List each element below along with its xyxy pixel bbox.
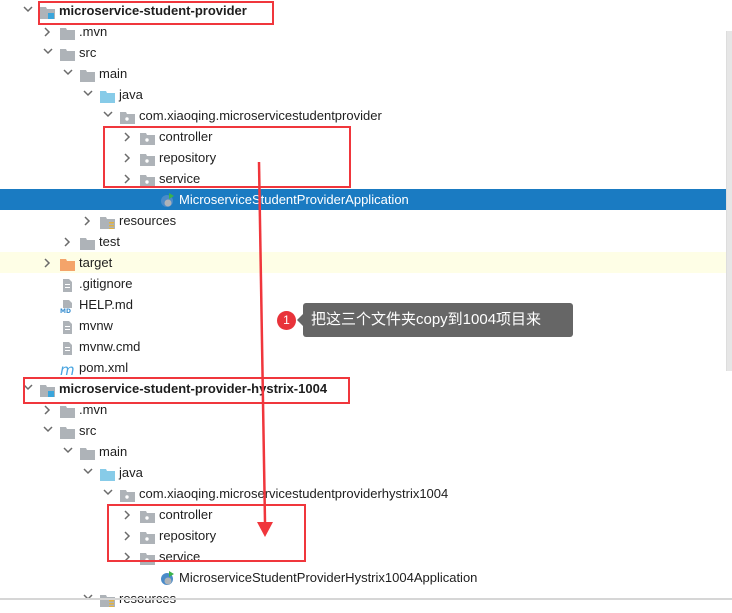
tree-item-label: HELP.md	[79, 297, 133, 312]
tree-item-label: main	[99, 444, 128, 459]
tree-item[interactable]: MicroserviceStudentProviderHystrix1004Ap…	[0, 567, 732, 588]
tree-item[interactable]: test	[0, 231, 732, 252]
highlight-box-source-project	[38, 1, 274, 25]
resources-folder-icon	[100, 214, 115, 229]
chevron-down-icon[interactable]	[82, 462, 94, 483]
tree-item[interactable]: mvnw.cmd	[0, 336, 732, 357]
maven-icon: m	[60, 361, 75, 379]
folder-icon	[80, 235, 95, 250]
spring-boot-class-icon	[160, 571, 175, 585]
chevron-down-icon[interactable]	[62, 441, 74, 462]
tree-item[interactable]: src	[0, 42, 732, 63]
tree-item[interactable]: target	[0, 252, 732, 273]
vertical-scrollbar[interactable]	[726, 31, 732, 371]
spring-boot-class-icon	[160, 193, 175, 207]
folder-icon	[60, 424, 75, 439]
file-icon	[60, 319, 75, 334]
markdown-file-icon: MD	[60, 298, 75, 315]
folder-icon	[60, 403, 75, 418]
chevron-down-icon[interactable]	[82, 84, 94, 105]
tree-item[interactable]: java	[0, 84, 732, 105]
tree-item-label: pom.xml	[79, 360, 129, 375]
tree-item-label: .gitignore	[79, 276, 133, 291]
folder-icon	[60, 25, 75, 40]
svg-text:m: m	[60, 363, 75, 376]
annotation-tooltip: 把这三个文件夹copy到1004项目来	[297, 303, 573, 337]
chevron-down-icon[interactable]	[102, 483, 114, 504]
tree-item-label: java	[119, 465, 143, 480]
chevron-down-icon[interactable]	[42, 420, 54, 441]
chevron-down-icon[interactable]	[102, 105, 114, 126]
tree-item-label: main	[99, 66, 128, 81]
tree-item-label: com.xiaoqing.microservicestudentprovider	[139, 108, 382, 123]
tree-item-label: src	[79, 45, 97, 60]
chevron-down-icon[interactable]	[22, 0, 34, 21]
chevron-right-icon[interactable]	[42, 252, 54, 273]
tree-item-label: resources	[119, 213, 177, 228]
tree-item[interactable]: resources	[0, 210, 732, 231]
file-icon	[60, 277, 75, 292]
excluded-folder-icon	[60, 256, 75, 271]
tree-item-label: MicroserviceStudentProviderApplication	[179, 192, 409, 207]
chevron-right-icon[interactable]	[62, 231, 74, 252]
chevron-down-icon[interactable]	[42, 42, 54, 63]
horizontal-scrollbar[interactable]	[0, 598, 732, 600]
tree-item[interactable]: com.xiaoqing.microservicestudentprovider…	[0, 483, 732, 504]
folder-icon	[60, 46, 75, 61]
file-icon	[60, 340, 75, 355]
tree-item[interactable]: main	[0, 441, 732, 462]
tree-item[interactable]: java	[0, 462, 732, 483]
step-badge: 1	[277, 311, 296, 330]
tree-item-label: test	[99, 234, 120, 249]
tree-item-label: MicroserviceStudentProviderHystrix1004Ap…	[179, 570, 478, 585]
tree-item-label: mvnw	[79, 318, 113, 333]
package-icon	[120, 487, 135, 502]
tree-item[interactable]: src	[0, 420, 732, 441]
tree-item-label: src	[79, 423, 97, 438]
chevron-down-icon[interactable]	[62, 63, 74, 84]
tree-item[interactable]: MicroserviceStudentProviderApplication	[0, 189, 732, 210]
folder-icon	[80, 445, 95, 460]
folder-icon	[80, 67, 95, 82]
tree-item[interactable]: main	[0, 63, 732, 84]
highlight-box-target-project	[23, 377, 350, 404]
tree-item-label: com.xiaoqing.microservicestudentprovider…	[139, 486, 449, 501]
package-icon	[120, 109, 135, 124]
chevron-right-icon[interactable]	[82, 210, 94, 231]
svg-text:MD: MD	[60, 308, 71, 313]
tree-item-label: java	[119, 87, 143, 102]
tree-item[interactable]: com.xiaoqing.microservicestudentprovider	[0, 105, 732, 126]
highlight-box-source-folders	[103, 126, 351, 188]
tree-item[interactable]: m pom.xml	[0, 357, 732, 379]
tree-item-label: mvnw.cmd	[79, 339, 141, 354]
highlight-box-target-folders	[107, 504, 306, 562]
source-folder-icon	[100, 88, 115, 103]
source-folder-icon	[100, 466, 115, 481]
tree-item[interactable]: .gitignore	[0, 273, 732, 294]
tree-item-label: target	[79, 255, 113, 270]
